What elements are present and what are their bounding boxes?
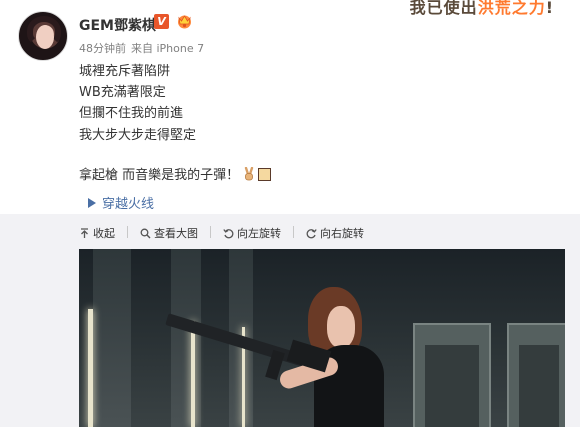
photo-beam	[93, 249, 131, 427]
post-text: 城裡充斥著陷阱 WB充滿著限定 但攔不住我的前進 我大步大步走得堅定 拿起槍 而…	[79, 61, 272, 186]
post-source[interactable]: 来自 iPhone 7	[131, 42, 204, 55]
username[interactable]: GEM鄧紫棋	[79, 15, 156, 35]
emoji-box-icon	[258, 167, 272, 181]
avatar-face	[36, 25, 54, 49]
search-icon	[140, 228, 151, 238]
post-time[interactable]: 48分钟前	[79, 42, 126, 55]
photo-light	[88, 309, 93, 427]
avatar[interactable]	[18, 11, 68, 61]
image-toolbar: 收起 查看大图 向左旋转 向右旋转	[79, 225, 376, 241]
toolbar-divider	[127, 226, 128, 238]
victory-hand-icon	[244, 166, 254, 181]
banner-text-after: !	[545, 0, 554, 17]
photo-booth-panel	[425, 345, 479, 427]
view-large-button[interactable]: 查看大图	[140, 225, 198, 241]
music-link[interactable]: 穿越火线	[88, 193, 154, 212]
rotate-right-icon	[306, 228, 317, 238]
v-badge-icon[interactable]: V	[154, 14, 169, 29]
toolbar-divider	[210, 226, 211, 238]
collapse-label: 收起	[93, 227, 115, 240]
photo-beam	[171, 249, 201, 427]
collapse-button[interactable]: 收起	[79, 225, 115, 241]
toolbar-divider	[293, 226, 294, 238]
music-link-label: 穿越火线	[102, 197, 155, 212]
collapse-icon	[81, 227, 88, 238]
rotate-right-label: 向右旋转	[320, 227, 364, 240]
rotate-left-icon	[223, 228, 234, 238]
rotate-left-button[interactable]: 向左旋转	[223, 225, 281, 241]
crown-icon[interactable]	[176, 13, 193, 29]
view-large-label: 查看大图	[154, 227, 198, 240]
post-meta: 48分钟前 来自 iPhone 7	[79, 40, 209, 56]
photo-light	[191, 321, 195, 427]
rotate-left-label: 向左旋转	[237, 227, 281, 240]
photo-face	[327, 306, 355, 348]
post-line: 我大步大步走得堅定	[79, 127, 197, 143]
post-line: 城裡充斥著陷阱	[79, 64, 171, 79]
post-line: 但攔不住我的前進	[79, 106, 184, 122]
promo-banner: 我已使出洪荒之力!	[410, 0, 554, 18]
weibo-post-card: 我已使出洪荒之力! GEM鄧紫棋 V 48分钟前 来自 iPhone 7 城裡充斥…	[0, 0, 580, 427]
post-gap	[79, 146, 271, 165]
rotate-right-button[interactable]: 向右旋转	[306, 225, 364, 241]
play-icon	[88, 197, 96, 208]
post-photo[interactable]	[79, 249, 565, 427]
photo-booth-panel	[519, 345, 559, 427]
post-line: WB充滿著限定	[79, 85, 166, 101]
post-line: 拿起槍 而音樂是我的子彈！	[79, 167, 240, 183]
banner-text-before: 我已使出	[409, 0, 478, 17]
post-last-line: 拿起槍 而音樂是我的子彈！	[79, 165, 272, 186]
banner-text-highlight: 洪荒之力	[477, 0, 546, 17]
